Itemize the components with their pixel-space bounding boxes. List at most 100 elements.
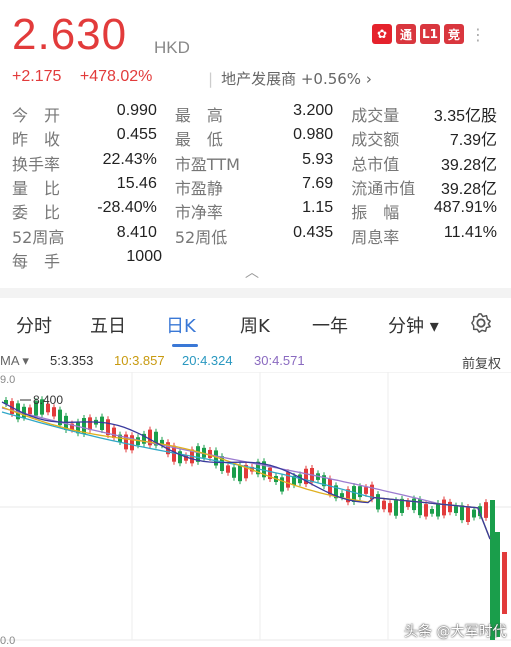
- candle-body: [376, 494, 380, 510]
- stat-cell: 最 低 0.980: [175, 126, 333, 150]
- stat-cell: 量 比 15.46: [12, 175, 157, 199]
- stat-value: 3.35亿股: [433, 108, 497, 126]
- stat-value: 0.435: [293, 223, 334, 241]
- stat-value: 15.46: [116, 175, 157, 193]
- stat-label: 周息率: [351, 227, 400, 247]
- price-adjust-toggle[interactable]: 前复权: [462, 353, 501, 372]
- candle-body: [226, 465, 230, 473]
- change-percent: +478.02%: [79, 68, 153, 85]
- stat-label: 市盈TTM: [174, 154, 240, 174]
- stat-cell: 每 手 1000: [12, 248, 162, 272]
- stat-value: 39.28亿: [440, 181, 497, 199]
- stat-label: 成交额: [351, 130, 400, 150]
- stat-cell: 52周高 8.410: [12, 224, 157, 248]
- badge-connect[interactable]: 通: [396, 24, 416, 44]
- settings-gear-icon[interactable]: [470, 312, 492, 334]
- stat-cell: 换手率 22.43%: [12, 151, 157, 175]
- candle-body: [502, 552, 507, 614]
- stat-value: 22.43%: [102, 150, 157, 168]
- more-options-icon[interactable]: ⋮: [470, 25, 486, 44]
- stat-label: 流通市值: [351, 179, 416, 199]
- stats-row: 量 比 15.46 市盈静 7.69 流通市值 39.28亿: [12, 175, 497, 199]
- candle-body: [406, 500, 410, 507]
- stats-row: 52周高 8.410 52周低 0.435 周息率 11.41%: [12, 223, 497, 247]
- ma-legend: MA ▾ 5:3.353 10:3.857 20:4.324 30:4.571 …: [0, 350, 511, 372]
- stat-label: 52周低: [174, 227, 228, 247]
- high-price-label: 8.400: [33, 393, 63, 407]
- candlestick-chart[interactable]: 9.0 0.0 8.400: [0, 372, 511, 647]
- candle-body: [448, 501, 452, 513]
- candle-body: [28, 407, 32, 415]
- candle-body: [358, 486, 362, 498]
- candle-body: [466, 506, 470, 523]
- stat-label: 昨 收: [12, 130, 61, 150]
- hk-flag-icon: ✿: [372, 24, 392, 44]
- tab-daily-k[interactable]: 日K: [166, 312, 196, 338]
- candle-body: [484, 502, 488, 518]
- candle-body: [412, 498, 416, 511]
- stat-cell: 市净率 1.15: [175, 199, 333, 223]
- stat-value: 5.93: [302, 150, 334, 168]
- stat-value: 0.980: [293, 126, 334, 144]
- axis-top-label: 9.0: [0, 374, 15, 386]
- badge-auction[interactable]: 竞: [444, 24, 464, 44]
- candle-body: [232, 467, 236, 478]
- candle-body: [340, 493, 344, 498]
- ma30-value: 30:4.571: [254, 353, 305, 368]
- stats-row: 委 比 -28.40% 市净率 1.15 振 幅 487.91%: [12, 199, 497, 223]
- candle-body: [364, 487, 368, 494]
- badge-level1[interactable]: L1: [420, 24, 440, 44]
- divider: |: [208, 70, 214, 88]
- candle-body: [286, 472, 290, 488]
- stat-cell: 昨 收 0.455: [12, 126, 157, 150]
- chart-tabs: 分时 五日 日K 周K 一年 分钟 ▾: [0, 298, 511, 348]
- stat-value: 1.15: [302, 199, 334, 217]
- stat-cell: 成交额 7.39亿: [351, 126, 497, 150]
- stat-label: 市净率: [174, 203, 223, 223]
- quote-header: 2.630 HKD ✿ 通 L1 竞 ⋮ +2.175 +478.02% | 地产…: [0, 0, 511, 290]
- stat-cell: 最 高 3.200: [175, 102, 333, 126]
- candle-body: [130, 435, 134, 451]
- stat-value: 7.69: [302, 175, 334, 193]
- candle-body: [430, 508, 434, 514]
- stat-value: 1000: [126, 247, 162, 265]
- tab-one-year[interactable]: 一年: [312, 312, 348, 338]
- candle-body: [112, 427, 116, 438]
- candle-body: [88, 417, 92, 430]
- stat-cell: 今 开 0.990: [12, 102, 157, 126]
- tab-five-day[interactable]: 五日: [90, 312, 126, 338]
- stat-cell: 流通市值 39.28亿: [351, 175, 497, 199]
- stat-label: 成交量: [351, 106, 400, 126]
- candle-body: [490, 500, 495, 640]
- stats-row: 换手率 22.43% 市盈TTM 5.93 总市值 39.28亿: [12, 151, 497, 175]
- stat-label: 委 比: [12, 203, 61, 223]
- chevron-up-icon[interactable]: ︿: [245, 262, 259, 282]
- stat-cell: 市盈静 7.69: [175, 175, 333, 199]
- tab-intraday[interactable]: 分时: [16, 312, 52, 338]
- candle-body: [460, 505, 464, 521]
- candle-body: [394, 500, 398, 516]
- stat-value: -28.40%: [97, 199, 157, 217]
- candle-body: [454, 505, 458, 514]
- candle-body: [238, 465, 242, 482]
- candle-body: [436, 503, 440, 517]
- candle-body: [52, 407, 56, 417]
- watermark: 头条 @大军时代: [404, 624, 507, 640]
- sector-link[interactable]: | 地产发展商 +0.56% ›: [208, 68, 372, 89]
- tab-weekly-k[interactable]: 周K: [240, 312, 270, 338]
- stat-cell: 总市值 39.28亿: [351, 151, 497, 175]
- tab-minute[interactable]: 分钟 ▾: [388, 312, 439, 338]
- stat-label: 市盈静: [174, 179, 223, 199]
- grid-lines: [0, 372, 511, 641]
- stat-label: 今 开: [12, 106, 61, 126]
- stat-label: 52周高: [12, 227, 65, 247]
- section-divider: [0, 288, 511, 298]
- stat-value: 487.91%: [433, 199, 497, 217]
- stat-cell: 周息率 11.41%: [351, 224, 497, 248]
- active-tab-indicator: [172, 344, 198, 347]
- ma-selector[interactable]: MA ▾: [0, 353, 29, 369]
- change-amount: +2.175: [12, 68, 62, 85]
- ma5-value: 5:3.353: [50, 353, 94, 368]
- stat-cell: 委 比 -28.40%: [12, 199, 157, 223]
- currency-label: HKD: [154, 38, 190, 57]
